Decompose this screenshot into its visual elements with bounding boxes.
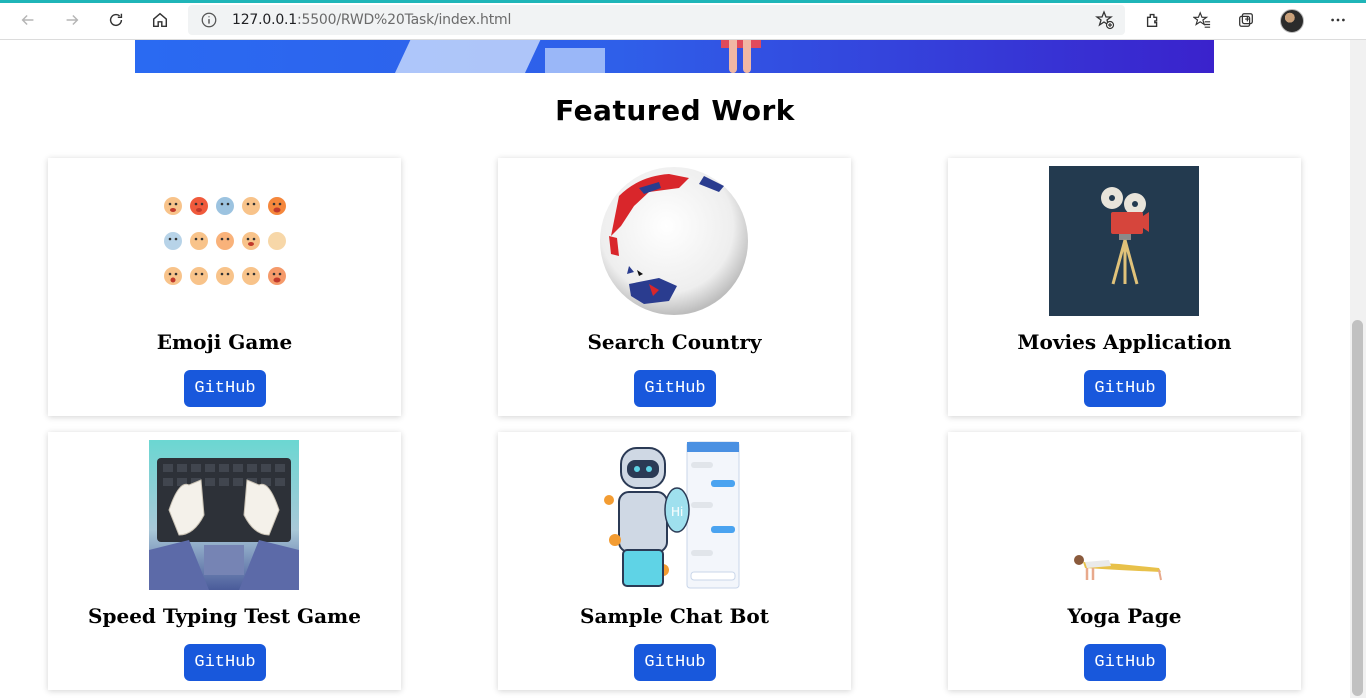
back-icon[interactable] bbox=[16, 8, 40, 32]
reload-icon[interactable] bbox=[104, 8, 128, 32]
github-button[interactable]: GitHub bbox=[1084, 370, 1166, 407]
more-icon[interactable] bbox=[1326, 8, 1350, 32]
page-content: Featured Work Emoji Game GitHub Search C… bbox=[0, 40, 1350, 698]
address-bar[interactable]: 127.0.0.1:5500/RWD%20Task/index.html bbox=[188, 5, 1125, 35]
profile-avatar[interactable] bbox=[1280, 9, 1304, 33]
add-favorite-icon[interactable] bbox=[1095, 10, 1115, 30]
yoga-pose-image bbox=[1049, 440, 1199, 590]
project-card-speed-typing: Speed Typing Test Game GitHub bbox=[48, 432, 401, 690]
github-button[interactable]: GitHub bbox=[184, 644, 266, 681]
home-icon[interactable] bbox=[148, 8, 172, 32]
project-card-search-country: Search Country GitHub bbox=[498, 158, 851, 416]
scrollbar-thumb[interactable] bbox=[1352, 320, 1363, 696]
project-card-emoji-game: Emoji Game GitHub bbox=[48, 158, 401, 416]
vertical-scrollbar[interactable] bbox=[1350, 40, 1366, 698]
movie-camera-image bbox=[1049, 166, 1199, 316]
github-button[interactable]: GitHub bbox=[1084, 644, 1166, 681]
url-path: :5500/RWD%20Task/index.html bbox=[297, 12, 512, 28]
hero-banner-image bbox=[135, 40, 1214, 73]
svg-text:Hi: Hi bbox=[671, 505, 683, 519]
section-title: Featured Work bbox=[555, 94, 795, 127]
extensions-icon[interactable] bbox=[1141, 8, 1165, 32]
typing-hands-image bbox=[149, 440, 299, 590]
github-button[interactable]: GitHub bbox=[184, 370, 266, 407]
project-title: Speed Typing Test Game bbox=[88, 604, 361, 628]
project-title: Sample Chat Bot bbox=[580, 604, 769, 628]
url-text: 127.0.0.1:5500/RWD%20Task/index.html bbox=[232, 12, 511, 28]
github-button[interactable]: GitHub bbox=[634, 370, 716, 407]
chatbot-image: Hi bbox=[599, 440, 749, 590]
project-card-chat-bot: Hi Sample Chat Bot GitHub bbox=[498, 432, 851, 690]
github-button[interactable]: GitHub bbox=[634, 644, 716, 681]
project-title: Yoga Page bbox=[1067, 604, 1182, 628]
project-title: Search Country bbox=[587, 330, 762, 354]
globe-image bbox=[600, 167, 748, 315]
favorites-icon[interactable] bbox=[1190, 8, 1214, 32]
emoji-game-image bbox=[149, 166, 299, 316]
toolbar-accent bbox=[0, 0, 1366, 3]
browser-toolbar: 127.0.0.1:5500/RWD%20Task/index.html bbox=[0, 0, 1366, 40]
forward-icon[interactable] bbox=[60, 8, 84, 32]
project-card-yoga-page: Yoga Page GitHub bbox=[948, 432, 1301, 690]
info-icon[interactable] bbox=[200, 11, 218, 29]
project-title: Emoji Game bbox=[156, 330, 293, 354]
project-title: Movies Application bbox=[1017, 330, 1232, 354]
url-host: 127.0.0.1 bbox=[232, 12, 297, 28]
collections-icon[interactable] bbox=[1234, 8, 1258, 32]
project-card-movies-application: Movies Application GitHub bbox=[948, 158, 1301, 416]
